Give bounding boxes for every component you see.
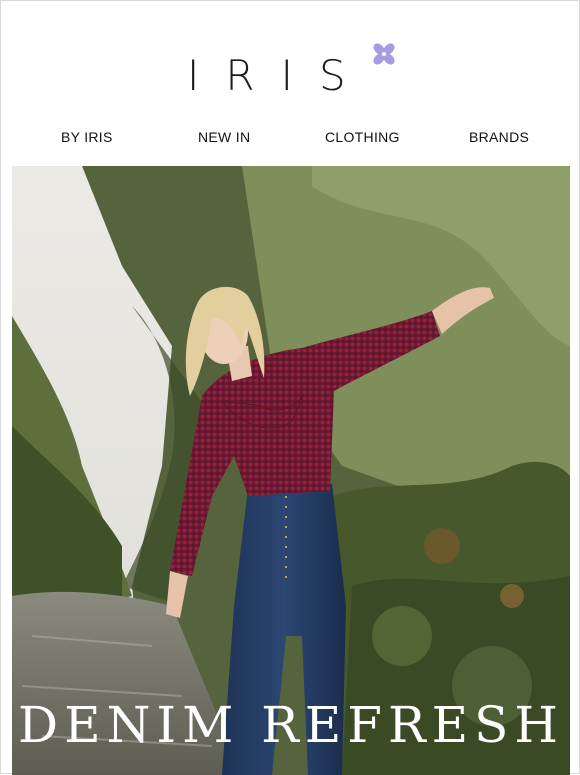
hero-banner[interactable]: DENIM REFRESH xyxy=(12,166,570,775)
email-frame: IRIS BY IRIS NEW IN CLOTHING BRANDS DENI… xyxy=(0,0,580,775)
nav-item-brands[interactable]: BRANDS xyxy=(469,129,529,145)
nav-item-by-iris[interactable]: BY IRIS xyxy=(61,129,113,145)
hero-image xyxy=(12,166,570,775)
flower-icon xyxy=(373,43,395,65)
nav-item-clothing[interactable]: CLOTHING xyxy=(325,129,400,145)
brand-wordmark: IRIS xyxy=(187,51,372,100)
nav-item-new-in[interactable]: NEW IN xyxy=(198,129,250,145)
hero-headline: DENIM REFRESH xyxy=(17,696,565,754)
main-nav: BY IRIS NEW IN CLOTHING BRANDS xyxy=(1,129,580,151)
brand-logo[interactable]: IRIS xyxy=(187,43,407,103)
